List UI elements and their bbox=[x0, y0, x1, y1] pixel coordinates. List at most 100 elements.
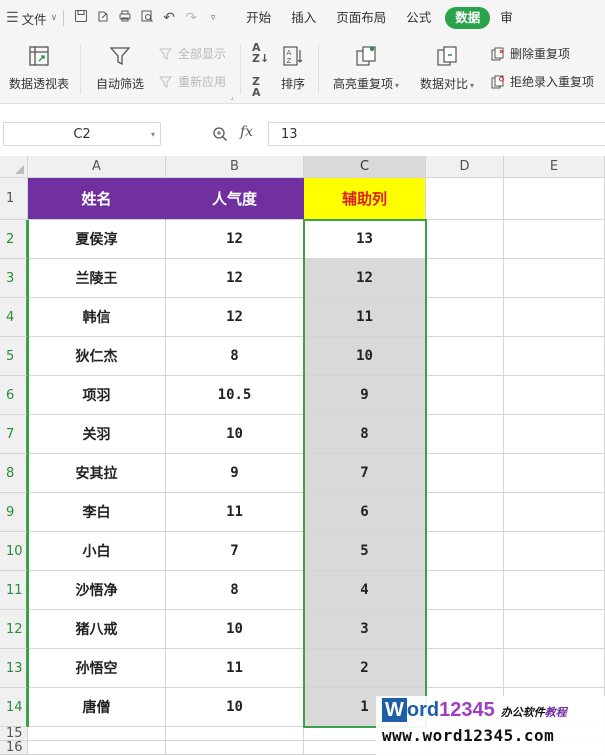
cell-a1[interactable]: 姓名 bbox=[28, 178, 166, 220]
cell-e5[interactable] bbox=[504, 337, 605, 376]
column-header-a[interactable]: A bbox=[28, 156, 166, 178]
print-preview-icon[interactable] bbox=[136, 9, 158, 27]
row-header-9[interactable]: 9 bbox=[0, 493, 28, 532]
cell-c13[interactable]: 2 bbox=[304, 649, 426, 688]
cell-c12[interactable]: 3 bbox=[304, 610, 426, 649]
redo-icon[interactable]: ↷ bbox=[180, 10, 202, 26]
cell-d9[interactable] bbox=[426, 493, 504, 532]
row-header-13[interactable]: 13 bbox=[0, 649, 28, 688]
row-header-5[interactable]: 5 bbox=[0, 337, 28, 376]
cell-d1[interactable] bbox=[426, 178, 504, 220]
cell-d12[interactable] bbox=[426, 610, 504, 649]
tab-data[interactable]: 数据 bbox=[445, 7, 491, 29]
row-header-16[interactable]: 16 bbox=[0, 740, 28, 755]
row-header-2[interactable]: 2 bbox=[0, 220, 28, 259]
cell-d3[interactable] bbox=[426, 259, 504, 298]
cell-b5[interactable]: 8 bbox=[166, 337, 304, 376]
cell-c5[interactable]: 10 bbox=[304, 337, 426, 376]
cell-b15[interactable] bbox=[166, 727, 304, 741]
cell-a10[interactable]: 小白 bbox=[28, 532, 166, 571]
cell-a8[interactable]: 安其拉 bbox=[28, 454, 166, 493]
cell-a16[interactable] bbox=[28, 741, 166, 755]
fx-icon[interactable]: fx bbox=[240, 124, 253, 140]
tab-page-layout[interactable]: 页面布局 bbox=[326, 0, 396, 36]
column-header-b[interactable]: B bbox=[166, 156, 304, 178]
pivot-table-button[interactable]: 数据透视表 bbox=[4, 36, 74, 92]
row-header-10[interactable]: 10 bbox=[0, 532, 28, 571]
row-header-1[interactable]: 1 bbox=[0, 178, 28, 220]
cell-a15[interactable] bbox=[28, 727, 166, 741]
cell-c2[interactable]: 13 bbox=[304, 220, 426, 259]
select-all-corner[interactable] bbox=[0, 156, 28, 178]
cell-b6[interactable]: 10.5 bbox=[166, 376, 304, 415]
sort-descending-icon[interactable]: ZA bbox=[252, 76, 261, 98]
save-icon[interactable] bbox=[70, 9, 92, 27]
cell-c10[interactable]: 5 bbox=[304, 532, 426, 571]
cell-b13[interactable]: 11 bbox=[166, 649, 304, 688]
row-header-14[interactable]: 14 bbox=[0, 688, 28, 727]
cell-d5[interactable] bbox=[426, 337, 504, 376]
sort-ascending-icon[interactable]: A Z↓ bbox=[252, 42, 269, 64]
column-header-c[interactable]: C bbox=[304, 156, 426, 178]
cell-d6[interactable] bbox=[426, 376, 504, 415]
row-header-3[interactable]: 3 bbox=[0, 259, 28, 298]
remove-duplicates-button[interactable]: 删除重复项 bbox=[490, 45, 570, 62]
tab-review[interactable]: 审 bbox=[494, 0, 513, 36]
filter-group-launcher-icon[interactable]: ⌟ bbox=[230, 92, 234, 101]
cell-d10[interactable] bbox=[426, 532, 504, 571]
cell-c7[interactable]: 8 bbox=[304, 415, 426, 454]
tab-home[interactable]: 开始 bbox=[236, 0, 281, 36]
cell-e10[interactable] bbox=[504, 532, 605, 571]
customize-dropdown-icon[interactable]: ▿ bbox=[202, 13, 224, 23]
cell-a11[interactable]: 沙悟净 bbox=[28, 571, 166, 610]
cell-e8[interactable] bbox=[504, 454, 605, 493]
cell-e3[interactable] bbox=[504, 259, 605, 298]
highlight-duplicates-button[interactable]: 高亮重复项 ▾ bbox=[326, 36, 406, 92]
cell-d7[interactable] bbox=[426, 415, 504, 454]
row-header-15[interactable]: 15 bbox=[0, 726, 28, 741]
cell-e13[interactable] bbox=[504, 649, 605, 688]
undo-icon[interactable]: ↶ bbox=[158, 10, 180, 26]
cell-c6[interactable]: 9 bbox=[304, 376, 426, 415]
row-header-11[interactable]: 11 bbox=[0, 571, 28, 610]
formula-input[interactable]: 13 bbox=[268, 122, 605, 146]
cell-a3[interactable]: 兰陵王 bbox=[28, 259, 166, 298]
cell-d4[interactable] bbox=[426, 298, 504, 337]
cell-a5[interactable]: 狄仁杰 bbox=[28, 337, 166, 376]
cell-b12[interactable]: 10 bbox=[166, 610, 304, 649]
cell-e4[interactable] bbox=[504, 298, 605, 337]
cell-c11[interactable]: 4 bbox=[304, 571, 426, 610]
tab-formulas[interactable]: 公式 bbox=[396, 0, 441, 36]
row-header-6[interactable]: 6 bbox=[0, 376, 28, 415]
cell-b14[interactable]: 10 bbox=[166, 688, 304, 727]
cell-e2[interactable] bbox=[504, 220, 605, 259]
cell-b16[interactable] bbox=[166, 741, 304, 755]
cell-a14[interactable]: 唐僧 bbox=[28, 688, 166, 727]
cell-a9[interactable]: 李白 bbox=[28, 493, 166, 532]
cell-d2[interactable] bbox=[426, 220, 504, 259]
sort-button[interactable]: AZ 排序 bbox=[276, 36, 310, 92]
cell-d13[interactable] bbox=[426, 649, 504, 688]
tab-insert[interactable]: 插入 bbox=[281, 0, 326, 36]
show-all-button[interactable]: 全部显示 bbox=[158, 45, 226, 62]
cell-b4[interactable]: 12 bbox=[166, 298, 304, 337]
cell-c1[interactable]: 辅助列 bbox=[304, 178, 426, 220]
cell-e12[interactable] bbox=[504, 610, 605, 649]
cell-c4[interactable]: 11 bbox=[304, 298, 426, 337]
cell-c9[interactable]: 6 bbox=[304, 493, 426, 532]
export-icon[interactable] bbox=[92, 9, 114, 27]
cell-b3[interactable]: 12 bbox=[166, 259, 304, 298]
column-header-d[interactable]: D bbox=[426, 156, 504, 178]
cell-a13[interactable]: 孙悟空 bbox=[28, 649, 166, 688]
cell-c3[interactable]: 12 bbox=[304, 259, 426, 298]
cell-e11[interactable] bbox=[504, 571, 605, 610]
file-menu[interactable]: ☰ 文件 ∨ bbox=[0, 0, 57, 36]
cell-a7[interactable]: 关羽 bbox=[28, 415, 166, 454]
print-icon[interactable] bbox=[114, 9, 136, 27]
cell-b1[interactable]: 人气度 bbox=[166, 178, 304, 220]
cell-b8[interactable]: 9 bbox=[166, 454, 304, 493]
row-header-12[interactable]: 12 bbox=[0, 610, 28, 649]
cell-a6[interactable]: 项羽 bbox=[28, 376, 166, 415]
data-compare-button[interactable]: 数据对比 ▾ bbox=[412, 36, 482, 92]
reapply-button[interactable]: 重新应用 bbox=[158, 73, 226, 90]
